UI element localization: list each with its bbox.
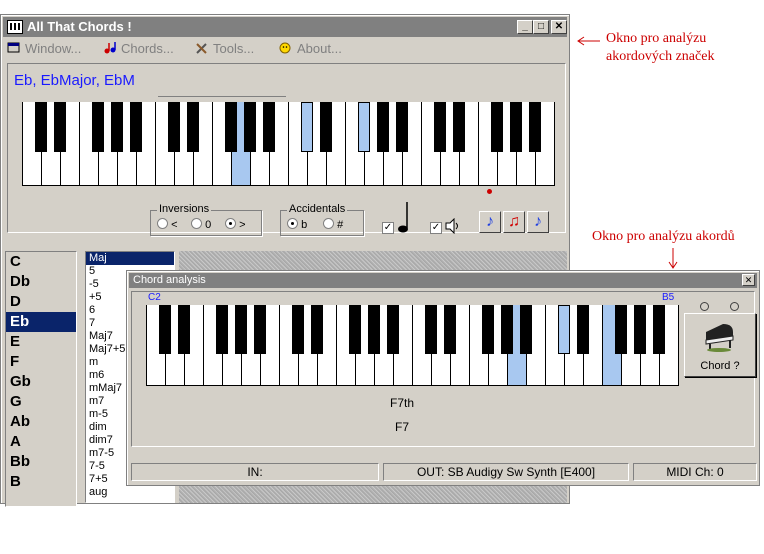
annotation-arrow-bottom [668, 248, 678, 269]
annotation-top-line1: Okno pro analýzu [606, 31, 707, 46]
annotation-arrows [577, 36, 678, 269]
annotation-arrow-top [577, 36, 600, 46]
annotation-top-line2: akordových značek [606, 49, 715, 64]
annotation-bottom: Okno pro analýzu akordů [592, 229, 735, 244]
